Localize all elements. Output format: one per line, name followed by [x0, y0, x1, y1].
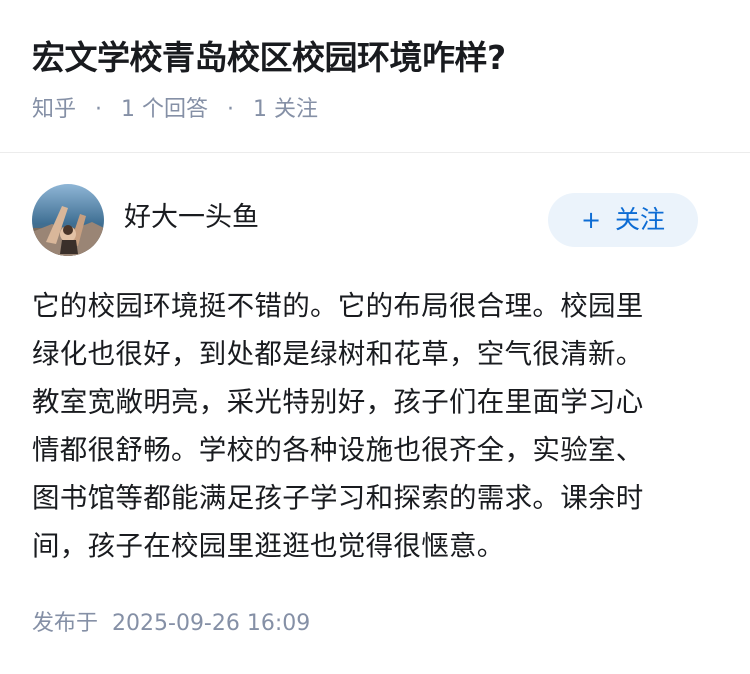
question-meta: 知乎 · 1 个回答 · 1 关注 — [32, 92, 318, 128]
author-name[interactable]: 好大一头鱼 — [124, 198, 259, 238]
source-label[interactable]: 知乎 — [32, 97, 76, 122]
meta-separator: · — [95, 97, 103, 122]
answer-content: 它的校园环境挺不错的。它的布局很合理。校园里 绿化也很好，到处都是绿树和花草，空… — [32, 282, 718, 570]
follower-count[interactable]: 1 关注 — [253, 97, 318, 122]
answer-line: 图书馆等都能满足孩子学习和探索的需求。课余时 — [32, 482, 644, 514]
follow-button[interactable]: + 关注 — [548, 193, 698, 247]
plus-icon: + — [580, 206, 602, 234]
answer-count[interactable]: 1 个回答 — [121, 97, 208, 122]
answer-line: 教室宽敞明亮，采光特别好，孩子们在里面学习心 — [32, 386, 644, 418]
question-title[interactable]: 宏文学校青岛校区校园环境咋样? — [32, 34, 722, 82]
question-header: 宏文学校青岛校区校园环境咋样? 知乎 · 1 个回答 · 1 关注 — [0, 0, 750, 153]
answer-line: 绿化也很好，到处都是绿树和花草，空气很清新。 — [32, 338, 644, 370]
answer-line: 它的校园环境挺不错的。它的布局很合理。校园里 — [32, 290, 644, 322]
meta-separator: · — [227, 97, 235, 122]
publish-info: 发布于 2025-09-26 16:09 — [32, 606, 310, 642]
answer-line: 情都很舒畅。学校的各种设施也很齐全，实验室、 — [32, 434, 644, 466]
follow-label: 关注 — [615, 205, 666, 234]
avatar-image — [32, 184, 104, 256]
answer-line: 间，孩子在校园里逛逛也觉得很惬意。 — [32, 530, 505, 562]
author-row: 好大一头鱼 + 关注 — [32, 184, 718, 256]
publish-label: 发布于 — [32, 611, 99, 636]
publish-time: 2025-09-26 16:09 — [112, 611, 311, 636]
avatar[interactable] — [32, 184, 104, 256]
